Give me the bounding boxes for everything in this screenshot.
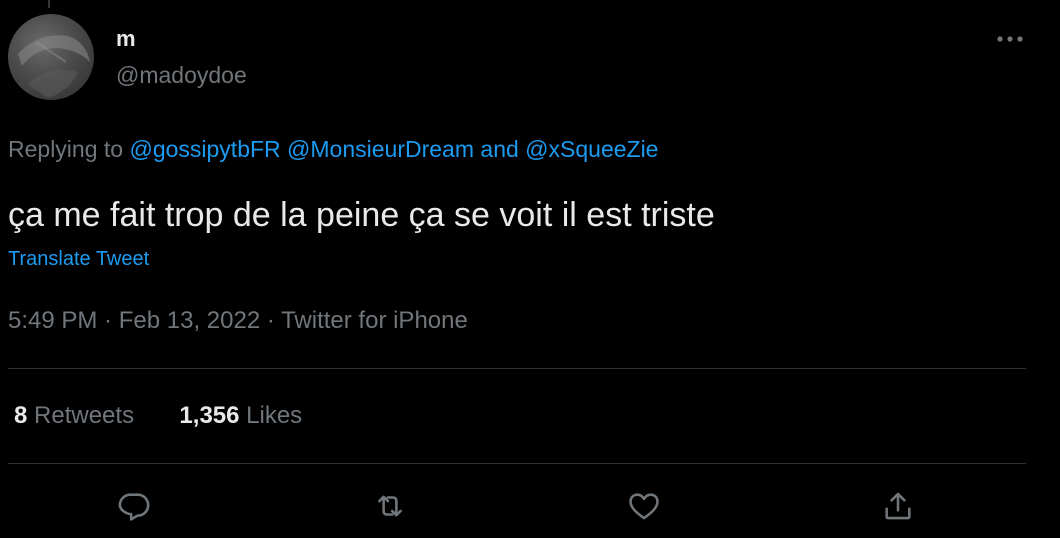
meta-separator: ·	[260, 307, 282, 334]
share-button[interactable]	[878, 486, 918, 526]
more-horizontal-icon	[997, 36, 1023, 42]
tweet-detail: m @madoydoe Replying to @gossipytbFR @Mo…	[0, 0, 1060, 538]
reply-button[interactable]	[114, 486, 154, 526]
reply-icon	[118, 493, 150, 521]
retweet-button[interactable]	[370, 486, 410, 526]
translate-tweet-link[interactable]: Translate Tweet	[8, 246, 149, 272]
heart-icon	[629, 493, 659, 520]
likes-count: 1,356	[179, 402, 240, 429]
author-handle[interactable]: @madoydoe	[116, 61, 247, 89]
retweet-icon	[378, 495, 402, 517]
divider	[8, 368, 1026, 369]
share-icon	[885, 492, 911, 520]
retweets-label: Retweets	[27, 402, 135, 429]
replying-to: Replying to @gossipytbFR @MonsieurDream …	[8, 134, 658, 164]
likes-stat[interactable]: 1,356 Likes	[179, 402, 302, 429]
retweets-stat[interactable]: 8 Retweets	[14, 402, 134, 429]
tweet-meta: 5:49 PM · Feb 13, 2022 · Twitter for iPh…	[8, 305, 468, 337]
more-options-button[interactable]	[990, 24, 1030, 54]
retweets-count: 8	[14, 402, 28, 429]
like-button[interactable]	[624, 486, 664, 526]
tweet-source[interactable]: Twitter for iPhone	[281, 307, 468, 334]
mention-joiner-and[interactable]: and	[474, 136, 525, 162]
replying-prefix: Replying to	[8, 136, 130, 162]
tweet-date[interactable]: Feb 13, 2022	[119, 307, 260, 334]
mention-link[interactable]: @MonsieurDream	[287, 136, 474, 162]
mention-link[interactable]: @gossipytbFR	[129, 136, 280, 162]
thread-line	[48, 0, 50, 8]
tweet-text: ça me fait trop de la peine ça se voit i…	[8, 196, 715, 234]
avatar[interactable]	[8, 14, 94, 100]
tweet-time[interactable]: 5:49 PM	[8, 307, 97, 334]
divider	[8, 463, 1026, 464]
avatar-image	[18, 35, 90, 98]
likes-label: Likes	[239, 402, 303, 429]
author-display-name[interactable]: m	[116, 26, 136, 52]
mention-link[interactable]: @xSqueeZie	[525, 136, 658, 162]
tweet-stats: 8 Retweets 1,356 Likes	[14, 400, 302, 432]
meta-separator: ·	[97, 307, 119, 334]
